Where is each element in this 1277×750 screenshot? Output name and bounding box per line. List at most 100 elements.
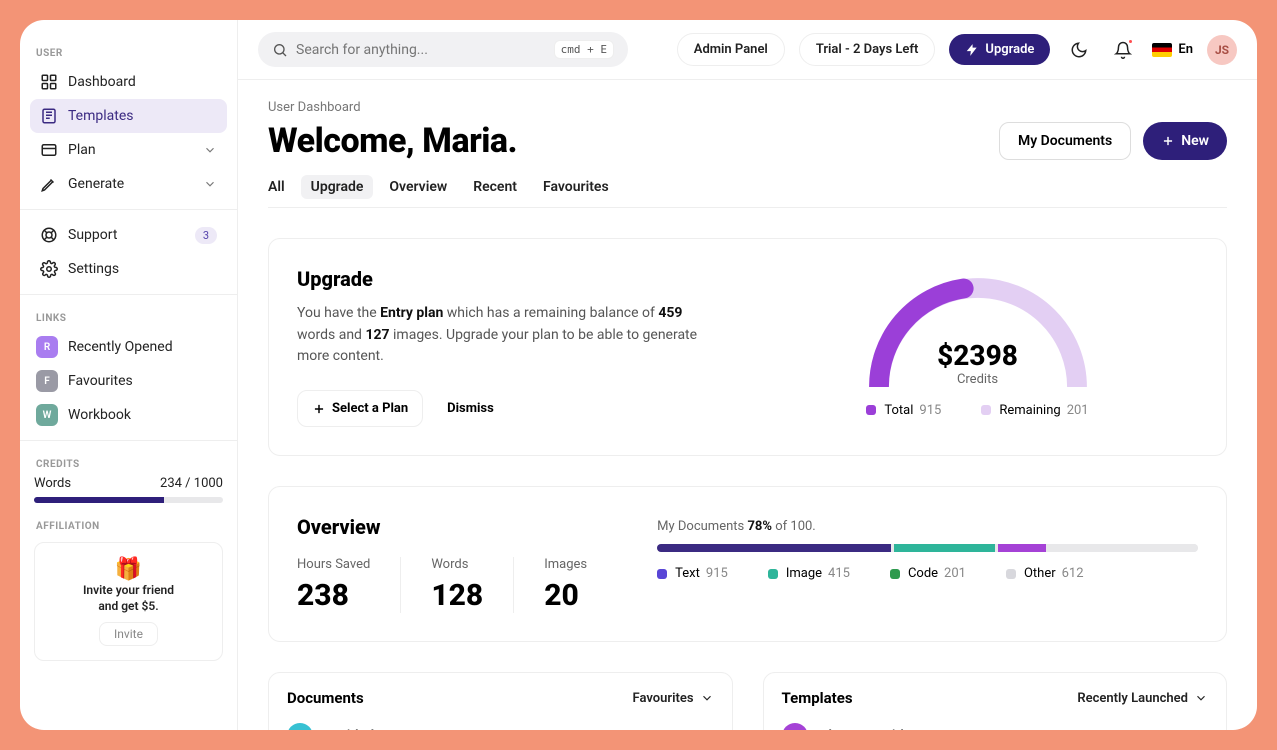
- overview-title: Overview: [297, 515, 617, 539]
- tab-overview[interactable]: Overview: [389, 179, 447, 195]
- plus-icon: [312, 402, 326, 416]
- square-badge: F: [36, 370, 58, 392]
- pen-icon: [40, 175, 58, 193]
- breadcrumb: User Dashboard: [268, 100, 1227, 115]
- trial-chip[interactable]: Trial - 2 Days Left: [799, 33, 936, 66]
- notification-dot: [1127, 38, 1134, 45]
- bolt-icon: [965, 43, 979, 57]
- invite-text-1: Invite your friend: [83, 583, 174, 597]
- search-field[interactable]: [296, 42, 554, 58]
- gear-icon: [40, 260, 58, 278]
- stat-hours: Hours Saved238: [297, 557, 401, 613]
- legend-total: Total915: [866, 403, 941, 418]
- sidebar-section-affiliation: AFFILIATION: [36, 521, 227, 532]
- gauge-value: $2398: [868, 339, 1088, 372]
- sidebar-item-label: Templates: [68, 108, 134, 124]
- doc-icon: [287, 723, 313, 730]
- link-label: Favourites: [68, 373, 133, 389]
- search-icon: [272, 42, 288, 58]
- link-label: Workbook: [68, 407, 131, 423]
- moon-icon: [1070, 41, 1088, 59]
- card-icon: [40, 141, 58, 159]
- legend-remaining: Remaining201: [981, 403, 1088, 418]
- sidebar-item-label: Support: [68, 227, 117, 243]
- sidebar-item-label: Settings: [68, 261, 119, 277]
- templates-filter[interactable]: Recently Launched: [1077, 691, 1208, 706]
- templates-title: Templates: [782, 689, 853, 707]
- sidebar-item-label: Plan: [68, 142, 96, 158]
- lifebuoy-icon: [40, 226, 58, 244]
- chevron-down-icon: [700, 691, 714, 705]
- documents-filter[interactable]: Favourites: [633, 691, 714, 706]
- overview-card: Overview Hours Saved238 Words128 Images2…: [268, 486, 1227, 642]
- select-plan-button[interactable]: Select a Plan: [297, 390, 423, 427]
- list-item[interactable]: Blog Post Title in Workbook: [782, 723, 1209, 730]
- link-favourites[interactable]: F Favourites: [30, 364, 227, 398]
- seg-text: Text915: [657, 566, 728, 581]
- page-title: Welcome, Maria.: [268, 121, 517, 161]
- avatar[interactable]: JS: [1207, 35, 1237, 65]
- tab-recent[interactable]: Recent: [473, 179, 517, 195]
- template-title: Blog Post Title: [820, 728, 912, 730]
- doc-meta: in Workbook: [647, 729, 714, 730]
- stat-words: Words128: [401, 557, 514, 613]
- tab-upgrade[interactable]: Upgrade: [301, 175, 374, 199]
- sidebar-item-label: Generate: [68, 176, 124, 192]
- tab-favourites[interactable]: Favourites: [543, 179, 609, 195]
- invite-card: 🎁 Invite your friendand get $5. Invite: [34, 542, 223, 661]
- new-button[interactable]: New: [1143, 122, 1227, 160]
- upgrade-label: Upgrade: [985, 42, 1034, 57]
- upgrade-title: Upgrade: [297, 267, 717, 291]
- notifications-button[interactable]: [1108, 35, 1138, 65]
- sidebar-item-generate[interactable]: Generate: [30, 167, 227, 201]
- template-icon: [40, 107, 58, 125]
- link-label: Recently Opened: [68, 339, 173, 355]
- sidebar: USER Dashboard Templates Plan Generate S…: [20, 20, 238, 730]
- invite-text-2: and get $5.: [98, 599, 158, 613]
- upgrade-button[interactable]: Upgrade: [949, 34, 1050, 65]
- lang-label: En: [1178, 42, 1193, 57]
- credits-value: 234 / 1000: [160, 476, 223, 491]
- list-item[interactable]: Untitled Document in Workbook: [287, 723, 714, 730]
- my-documents-button[interactable]: My Documents: [999, 122, 1131, 160]
- seg-code: Code201: [890, 566, 966, 581]
- sidebar-item-support[interactable]: Support 3: [30, 218, 227, 252]
- tab-all[interactable]: All: [268, 179, 285, 195]
- plus-icon: [1161, 134, 1175, 148]
- sidebar-section-user: USER: [36, 48, 227, 59]
- admin-panel-button[interactable]: Admin Panel: [677, 33, 785, 66]
- template-dot-icon: [782, 723, 808, 730]
- upgrade-body: You have the Entry plan which has a rema…: [297, 303, 717, 368]
- square-badge: W: [36, 404, 58, 426]
- overview-caption: My Documents 78% of 100.: [657, 519, 1198, 534]
- sidebar-item-settings[interactable]: Settings: [30, 252, 227, 286]
- grid-icon: [40, 73, 58, 91]
- sidebar-section-links: LINKS: [36, 313, 227, 324]
- doc-title: Untitled Document: [325, 728, 442, 730]
- template-meta: in Workbook: [1142, 729, 1209, 730]
- keyboard-shortcut: cmd + E: [554, 40, 614, 59]
- sidebar-section-credits: CREDITS: [36, 459, 227, 470]
- seg-image: Image415: [768, 566, 850, 581]
- invite-button[interactable]: Invite: [99, 622, 158, 646]
- search-input[interactable]: cmd + E: [258, 32, 628, 67]
- sidebar-item-dashboard[interactable]: Dashboard: [30, 65, 227, 99]
- credits-gauge: $2398 Credits Total915 Remaining201: [757, 267, 1198, 427]
- link-recently-opened[interactable]: R Recently Opened: [30, 330, 227, 364]
- language-selector[interactable]: En: [1152, 42, 1193, 57]
- topbar: cmd + E Admin Panel Trial - 2 Days Left …: [238, 20, 1257, 80]
- overview-segments: [657, 544, 1198, 552]
- square-badge: R: [36, 336, 58, 358]
- sidebar-item-templates[interactable]: Templates: [30, 99, 227, 133]
- theme-toggle[interactable]: [1064, 35, 1094, 65]
- link-workbook[interactable]: W Workbook: [30, 398, 227, 432]
- dismiss-button[interactable]: Dismiss: [447, 401, 494, 416]
- chevron-down-icon: [203, 143, 217, 157]
- gauge-sub: Credits: [868, 372, 1088, 387]
- upgrade-card: Upgrade You have the Entry plan which ha…: [268, 238, 1227, 456]
- flag-de-icon: [1152, 43, 1172, 57]
- stat-images: Images20: [514, 557, 617, 613]
- sidebar-item-plan[interactable]: Plan: [30, 133, 227, 167]
- credits-label: Words: [34, 476, 71, 491]
- new-label: New: [1181, 133, 1209, 149]
